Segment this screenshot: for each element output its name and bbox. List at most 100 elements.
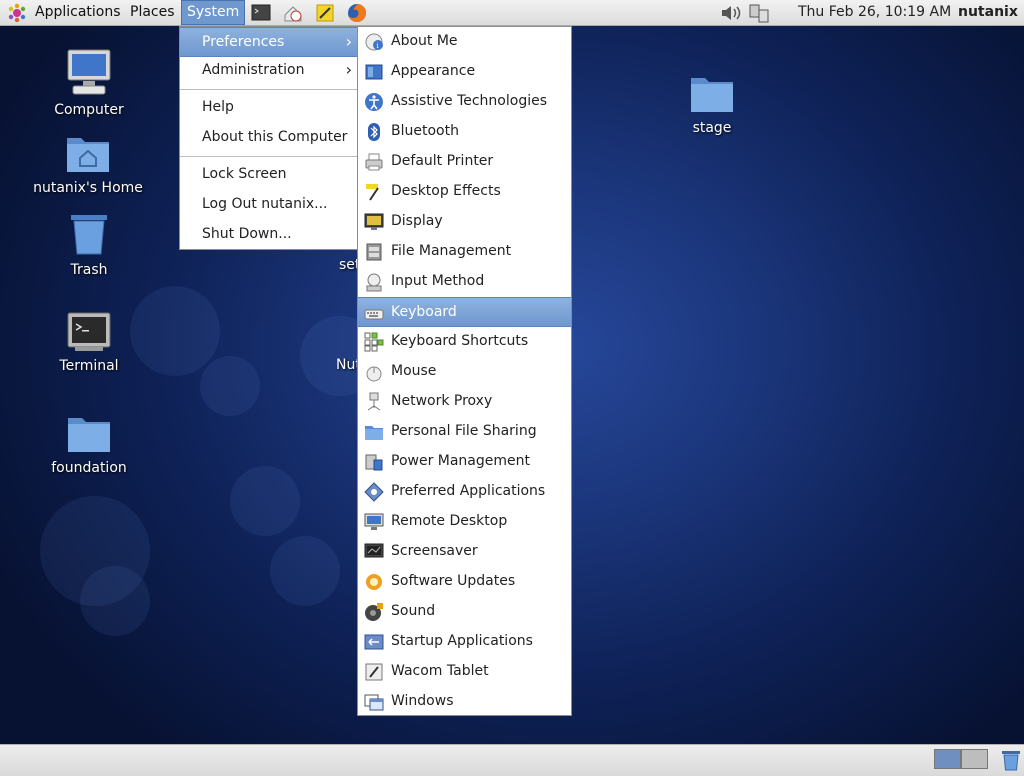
menu-item-desktop-effects[interactable]: Desktop Effects [358, 177, 571, 207]
menu-item-label: Mouse [391, 363, 437, 379]
menu-item-label: Display [391, 213, 443, 229]
menu-separator [180, 89, 358, 90]
desktop-icon-home[interactable]: nutanix's Home [13, 132, 163, 196]
menu-item-label: File Management [391, 243, 512, 259]
user-name[interactable]: nutanix [958, 0, 1018, 25]
menu-item-windows[interactable]: Windows [358, 687, 571, 717]
menu-item-remote-desktop[interactable]: Remote Desktop [358, 507, 571, 537]
menu-item-about-computer[interactable]: About this Computer [180, 123, 358, 153]
firefox-launcher-icon[interactable] [347, 3, 367, 23]
mail-clock-launcher-icon[interactable] [283, 3, 303, 23]
menu-item-label: Wacom Tablet [391, 663, 489, 679]
desktop-icon-label: nutanix's Home [33, 180, 143, 196]
menu-item-personal-file-sharing[interactable]: Personal File Sharing [358, 417, 571, 447]
applications-menu[interactable]: Applications [30, 0, 126, 25]
menu-item-assistive-technologies[interactable]: Assistive Technologies [358, 87, 571, 117]
menu-item-default-printer[interactable]: Default Printer [358, 147, 571, 177]
menu-item-label: Input Method [391, 273, 485, 289]
network-icon[interactable] [748, 3, 770, 23]
network-proxy-icon [367, 392, 381, 411]
printer-icon [365, 153, 383, 171]
menu-item-label: Appearance [391, 63, 476, 79]
menu-item-administration[interactable]: Administration › [180, 56, 358, 86]
desktop-icon-label: Trash [70, 262, 108, 278]
menu-item-power-management[interactable]: Power Management [358, 447, 571, 477]
startup-apps-icon [364, 634, 384, 650]
notes-launcher-icon[interactable] [315, 3, 335, 23]
wacom-tablet-icon [365, 663, 383, 681]
menu-item-shut-down[interactable]: Shut Down... [180, 220, 358, 250]
file-management-icon [366, 243, 382, 261]
menu-item-wacom-tablet[interactable]: Wacom Tablet [358, 657, 571, 687]
display-icon [364, 213, 384, 230]
menu-item-label: Network Proxy [391, 393, 493, 409]
menu-item-label: Preferred Applications [391, 483, 546, 499]
menu-item-mouse[interactable]: Mouse [358, 357, 571, 387]
desktop-icon-foundation[interactable]: foundation [14, 412, 164, 476]
appearance-icon [365, 64, 383, 80]
menu-item-label: Bluetooth [391, 123, 459, 139]
menu-item-preferred-applications[interactable]: Preferred Applications [358, 477, 571, 507]
desktop-icon-label: Terminal [59, 358, 119, 374]
power-management-icon [365, 454, 383, 471]
windows-icon [364, 694, 384, 711]
mouse-icon [366, 366, 382, 382]
menu-item-sound[interactable]: Sound [358, 597, 571, 627]
keyboard-shortcuts-icon [364, 332, 384, 352]
menu-item-label: Keyboard Shortcuts [391, 333, 529, 349]
menu-item-screensaver[interactable]: Screensaver [358, 537, 571, 567]
menu-item-network-proxy[interactable]: Network Proxy [358, 387, 571, 417]
trash-icon [71, 215, 107, 255]
menu-item-label: Screensaver [391, 543, 478, 559]
software-updates-icon [366, 574, 382, 590]
menu-item-keyboard-shortcuts[interactable]: Keyboard Shortcuts [358, 327, 571, 357]
menu-item-label: Keyboard [391, 304, 457, 320]
menu-item-label: Software Updates [391, 573, 516, 589]
menu-item-preferences[interactable]: Preferences › [180, 27, 358, 57]
menu-item-label: Remote Desktop [391, 513, 508, 529]
places-menu[interactable]: Places [125, 0, 180, 25]
computer-icon [67, 49, 111, 95]
terminal-icon [67, 312, 111, 351]
desktop-icon-computer[interactable]: Computer [14, 48, 164, 118]
desktop-icon-stage[interactable]: stage [637, 72, 787, 136]
menu-item-log-out[interactable]: Log Out nutanix... [180, 190, 358, 220]
menu-separator [180, 156, 358, 157]
desktop-effects-icon [366, 184, 379, 201]
workspace-2[interactable] [961, 749, 988, 769]
menu-item-label: Desktop Effects [391, 183, 501, 199]
menu-item-label: Startup Applications [391, 633, 533, 649]
desktop-icon-trash[interactable]: Trash [14, 212, 164, 278]
workspace-1[interactable] [934, 749, 961, 769]
clock[interactable]: Thu Feb 26, 10:19 AM [798, 0, 951, 25]
file-sharing-icon [365, 426, 383, 440]
menu-item-startup-applications[interactable]: Startup Applications [358, 627, 571, 657]
about-me-icon: i [365, 33, 383, 51]
menu-item-keyboard[interactable]: Keyboard [358, 297, 571, 327]
menu-item-label: Power Management [391, 453, 531, 469]
trash-applet-icon[interactable] [1000, 749, 1022, 771]
menu-item-file-management[interactable]: File Management [358, 237, 571, 267]
menu-item-lock-screen[interactable]: Lock Screen [180, 160, 358, 190]
menu-item-about-me[interactable]: i About Me [358, 27, 571, 57]
menu-item-label: Windows [391, 693, 454, 709]
bluetooth-icon [368, 123, 380, 141]
menu-item-help[interactable]: Help [180, 93, 358, 123]
keyboard-icon [364, 309, 384, 320]
folder-icon [68, 418, 110, 452]
menu-item-display[interactable]: Display [358, 207, 571, 237]
desktop-icon-terminal[interactable]: Terminal [14, 312, 164, 374]
menu-item-label: Sound [391, 603, 436, 619]
terminal-launcher-icon[interactable] [251, 3, 271, 23]
chevron-right-icon: › [345, 60, 352, 79]
menu-item-label: Default Printer [391, 153, 494, 169]
menu-item-label: Personal File Sharing [391, 423, 537, 439]
system-menu-button[interactable]: System [181, 0, 246, 25]
menu-item-software-updates[interactable]: Software Updates [358, 567, 571, 597]
volume-icon[interactable] [720, 4, 742, 22]
menu-item-input-method[interactable]: Input Method [358, 267, 571, 297]
menu-item-appearance[interactable]: Appearance [358, 57, 571, 87]
menu-item-bluetooth[interactable]: Bluetooth [358, 117, 571, 147]
home-folder-icon [67, 138, 109, 172]
system-menu: Preferences › Administration › Help Abou… [179, 26, 359, 250]
